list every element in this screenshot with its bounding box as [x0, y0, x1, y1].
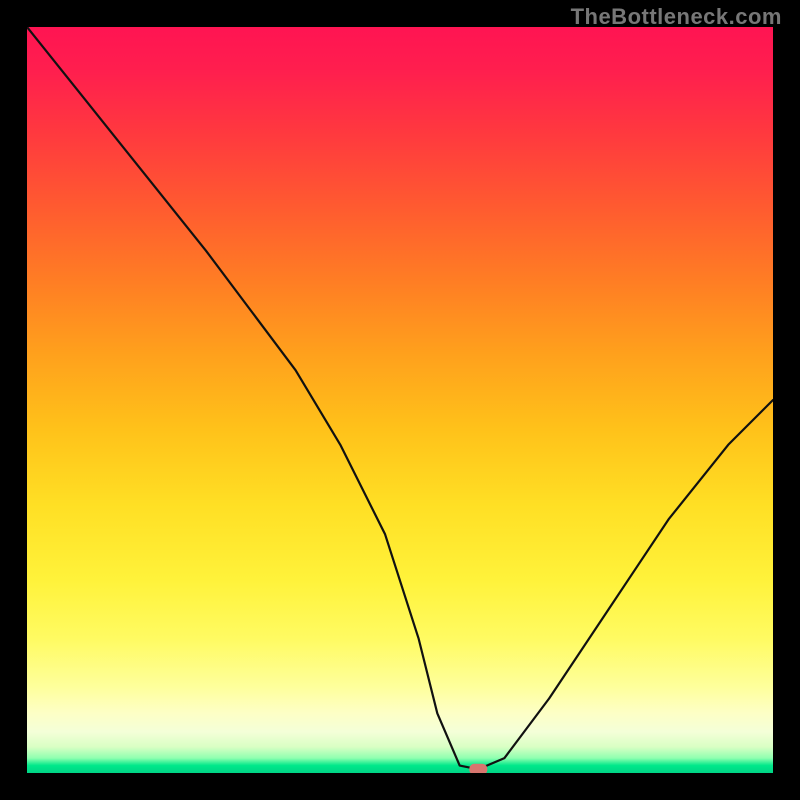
plot-area: [27, 27, 773, 773]
curve-svg: [27, 27, 773, 773]
sweet-spot-marker: [469, 764, 487, 773]
bottleneck-curve: [27, 27, 773, 769]
chart-frame: TheBottleneck.com: [0, 0, 800, 800]
